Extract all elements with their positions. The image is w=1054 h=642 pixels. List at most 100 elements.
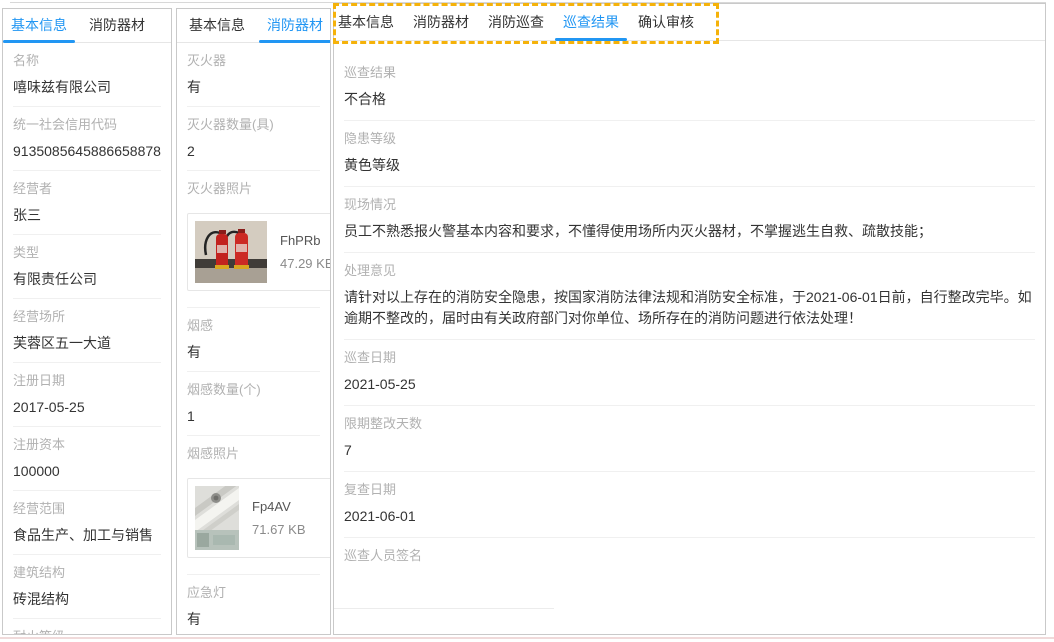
field-fire-resistance-level: 耐火等级 二级 (3, 619, 171, 635)
field-rectification-days: 限期整改天数 7 (334, 406, 1045, 472)
field-extinguisher-photo: 灭火器照片 (177, 171, 330, 308)
photo-filename: FhPRb (280, 233, 331, 248)
field-emergency-light: 应急灯 有 (177, 575, 330, 629)
field-smoke-detector-count: 烟感数量(个) 1 (177, 372, 330, 436)
field-label: 巡查结果 (344, 65, 1035, 80)
field-value: 有限责任公司 (13, 269, 161, 289)
field-value: 张三 (13, 205, 161, 225)
fire-equipment-fields: 灭火器 有 灭火器数量(具) 2 灭火器照片 (177, 43, 330, 629)
inspection-result-fields: 巡查结果 不合格 隐患等级 黄色等级 现场情况 员工不熟悉报火警基本内容和要求，… (334, 41, 1045, 609)
field-company-type: 类型 有限责任公司 (3, 235, 171, 299)
field-value: 不合格 (344, 89, 1035, 110)
photo-filesize: 71.67 KB (252, 522, 331, 537)
photo-meta: FhPRb 47.29 KB (280, 233, 331, 271)
tab-inspection-result[interactable]: 巡查结果 (563, 14, 619, 30)
field-business-scope: 经营范围 食品生产、加工与销售 (3, 491, 171, 555)
signature-empty-area (344, 572, 1035, 608)
field-hazard-level: 隐患等级 黄色等级 (334, 121, 1045, 187)
field-credit-code: 统一社会信用代码 9135085645886658878 (3, 107, 171, 171)
basic-info-fields: 名称 嘻味兹有限公司 统一社会信用代码 9135085645886658878 … (3, 43, 171, 635)
field-label: 注册资本 (13, 437, 161, 452)
field-value: 7 (344, 440, 1035, 461)
field-value: 芙蓉区五一大道 (13, 333, 161, 353)
field-label: 限期整改天数 (344, 416, 1035, 431)
field-label: 类型 (13, 245, 161, 260)
extinguisher-photo-card[interactable]: FhPRb 47.29 KB (187, 213, 331, 291)
field-value: 有 (187, 609, 320, 629)
field-label: 灭火器 (187, 53, 320, 68)
field-value: 2021-05-25 (344, 374, 1035, 395)
field-registered-capital: 注册资本 100000 (3, 427, 171, 491)
field-value: 有 (187, 77, 320, 97)
field-label: 复查日期 (344, 482, 1035, 497)
field-extinguisher: 灭火器 有 (177, 43, 330, 107)
field-label: 经营场所 (13, 309, 161, 324)
field-value: 2017-05-25 (13, 397, 161, 417)
field-label: 应急灯 (187, 585, 320, 600)
field-label: 建筑结构 (13, 565, 161, 580)
photo-filesize: 47.29 KB (280, 256, 331, 271)
field-label: 统一社会信用代码 (13, 117, 161, 132)
field-smoke-detector: 烟感 有 (177, 308, 330, 372)
field-handling-opinion: 处理意见 请针对以上存在的消防安全隐患，按国家消防法律法规和消防安全标准，于20… (334, 253, 1045, 340)
inspection-result-panel: 基本信息 消防器材 消防巡查 巡查结果 确认审核 巡查结果 不合格 隐患等级 黄… (333, 3, 1046, 635)
field-label: 经营者 (13, 181, 161, 196)
tab-basic-info[interactable]: 基本信息 (189, 17, 245, 33)
tab-fire-equipment[interactable]: 消防器材 (413, 14, 469, 30)
field-registration-date: 注册日期 2017-05-25 (3, 363, 171, 427)
tab-basic-info[interactable]: 基本信息 (338, 14, 394, 30)
smoke-detector-photo-thumbnail[interactable] (195, 486, 239, 550)
basic-info-panel: 基本信息 消防器材 名称 嘻味兹有限公司 统一社会信用代码 9135085645… (2, 8, 172, 635)
field-site-situation: 现场情况 员工不熟悉报火警基本内容和要求，不懂得使用场所内灭火器材，不掌握逃生自… (334, 187, 1045, 253)
field-label: 现场情况 (344, 197, 1035, 212)
field-label: 巡查日期 (344, 350, 1035, 365)
field-label: 耐火等级 (13, 629, 161, 635)
field-label: 经营范围 (13, 501, 161, 516)
field-extinguisher-count: 灭火器数量(具) 2 (177, 107, 330, 171)
inspection-tab-bar: 基本信息 消防器材 消防巡查 巡查结果 确认审核 (334, 4, 1045, 41)
field-smoke-detector-photo: 烟感照片 Fp4AV (177, 436, 330, 575)
field-value: 请针对以上存在的消防安全隐患，按国家消防法律法规和消防安全标准，于2021-06… (344, 287, 1035, 329)
field-label: 烟感照片 (187, 446, 320, 461)
field-value: 2021-06-01 (344, 506, 1035, 527)
field-label: 名称 (13, 53, 161, 68)
field-value: 员工不熟悉报火警基本内容和要求，不懂得使用场所内灭火器材，不掌握逃生自救、疏散技… (344, 221, 1035, 242)
field-reinspection-date: 复查日期 2021-06-01 (334, 472, 1045, 538)
field-value: 有 (187, 342, 320, 362)
field-label: 处理意见 (344, 263, 1035, 278)
field-inspection-date: 巡查日期 2021-05-25 (334, 340, 1045, 406)
tab-fire-equipment[interactable]: 消防器材 (267, 17, 323, 33)
field-inspection-result: 巡查结果 不合格 (334, 55, 1045, 121)
extinguisher-photo-thumbnail[interactable] (195, 221, 267, 283)
tab-confirm-review[interactable]: 确认审核 (638, 14, 694, 30)
tab-fire-patrol[interactable]: 消防巡查 (488, 14, 544, 30)
field-label: 烟感数量(个) (187, 382, 320, 397)
bottom-divider-line (0, 637, 1054, 639)
field-value: 1 (187, 406, 320, 426)
signature-underline (334, 608, 554, 609)
photo-filename: Fp4AV (252, 499, 331, 514)
field-label: 隐患等级 (344, 131, 1035, 146)
field-inspector-signature: 巡查人员签名 (334, 538, 1045, 609)
fire-equipment-panel: 基本信息 消防器材 灭火器 有 灭火器数量(具) 2 灭火器照片 (176, 8, 331, 635)
field-label: 巡查人员签名 (344, 548, 1035, 563)
field-value: 2 (187, 141, 320, 161)
field-value: 嘻味兹有限公司 (13, 77, 161, 97)
field-operator: 经营者 张三 (3, 171, 171, 235)
tab-basic-info[interactable]: 基本信息 (11, 17, 67, 33)
field-business-address: 经营场所 芙蓉区五一大道 (3, 299, 171, 363)
field-value: 黄色等级 (344, 155, 1035, 176)
field-label: 烟感 (187, 318, 320, 333)
field-label: 灭火器数量(具) (187, 117, 320, 132)
basic-info-tab-bar: 基本信息 消防器材 (3, 9, 171, 43)
field-building-structure: 建筑结构 砖混结构 (3, 555, 171, 619)
field-label: 注册日期 (13, 373, 161, 388)
photo-meta: Fp4AV 71.67 KB (252, 499, 331, 537)
fire-equipment-tab-bar: 基本信息 消防器材 (177, 9, 330, 43)
field-value: 9135085645886658878 (13, 141, 161, 161)
field-value: 100000 (13, 461, 161, 481)
field-value: 食品生产、加工与销售 (13, 525, 161, 545)
smoke-detector-photo-card[interactable]: Fp4AV 71.67 KB (187, 478, 331, 558)
tab-fire-equipment[interactable]: 消防器材 (89, 17, 145, 33)
field-value: 砖混结构 (13, 589, 161, 609)
